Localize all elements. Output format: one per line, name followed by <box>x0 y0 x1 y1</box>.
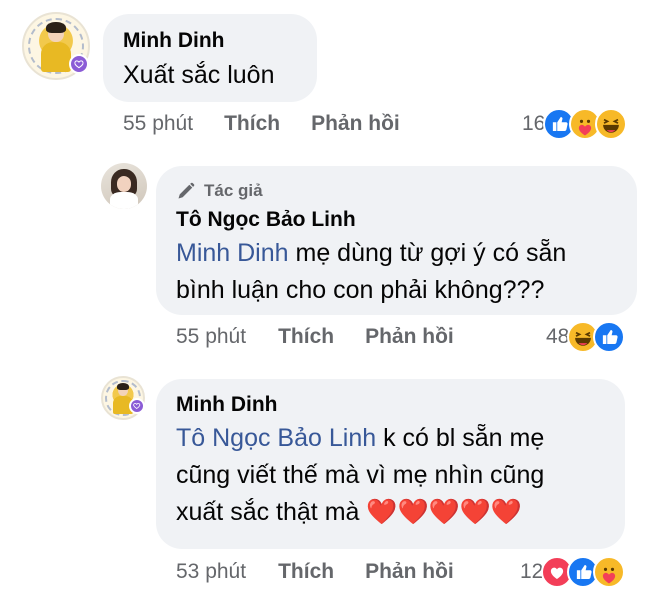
comment-text: Xuất sắc luôn <box>123 61 275 89</box>
comment-text-line: xuất sắc thật mà ❤️❤️❤️❤️❤️ <box>176 498 523 526</box>
comment-actions: 55 phút Thích Phản hồi <box>123 112 400 136</box>
reaction-count: 12 <box>520 560 544 583</box>
comment-time[interactable]: 55 phút <box>176 325 246 349</box>
comment-actions: 55 phút Thích Phản hồi <box>176 325 454 349</box>
like-button[interactable]: Thích <box>224 112 280 136</box>
care-icon <box>593 556 626 588</box>
comment-time[interactable]: 55 phút <box>123 112 193 136</box>
comment-time[interactable]: 53 phút <box>176 560 246 584</box>
comment-text-line: k có bl sẵn mẹ <box>376 424 545 452</box>
reply-button[interactable]: Phản hồi <box>365 325 454 349</box>
comment-actions: 53 phút Thích Phản hồi <box>176 560 454 584</box>
avatar[interactable] <box>101 163 147 209</box>
comment-author[interactable]: Minh Dinh <box>123 29 224 53</box>
comment-author[interactable]: Minh Dinh <box>176 393 277 417</box>
reaction-summary[interactable]: 48 <box>546 321 626 353</box>
pen-icon <box>178 182 195 199</box>
mention-link[interactable]: Tô Ngọc Bảo Linh <box>176 424 376 452</box>
comment-text: Tô Ngọc Bảo Linh k có bl sẵn mẹ cũng viế… <box>176 420 616 531</box>
author-badge: Tác giả <box>176 181 263 201</box>
like-button[interactable]: Thích <box>278 560 334 584</box>
haha-icon <box>595 108 628 140</box>
mention-link[interactable]: Minh Dinh <box>176 239 289 267</box>
heart-badge-icon <box>129 398 145 414</box>
reaction-summary[interactable]: 12 <box>520 556 626 588</box>
reply-button[interactable]: Phản hồi <box>365 560 454 584</box>
author-badge-label: Tác giả <box>204 181 263 200</box>
comment-text: Minh Dinh mẹ dùng từ gợi ý có sẵn bình l… <box>176 235 626 309</box>
reaction-count: 48 <box>546 325 570 348</box>
comment-text-line: mẹ dùng từ gợi ý có sẵn <box>288 239 567 267</box>
reaction-count: 16 <box>522 112 546 135</box>
heart-badge-icon <box>69 54 89 74</box>
comment-text-line: bình luận cho con phải không??? <box>176 276 545 304</box>
like-icon <box>593 321 626 353</box>
comment-text-line: cũng viết thế mà vì mẹ nhìn cũng <box>176 461 545 489</box>
like-button[interactable]: Thích <box>278 325 334 349</box>
comment-author[interactable]: Tô Ngọc Bảo Linh <box>176 208 356 232</box>
reply-button[interactable]: Phản hồi <box>311 112 400 136</box>
reaction-summary[interactable]: 16 <box>522 108 628 140</box>
